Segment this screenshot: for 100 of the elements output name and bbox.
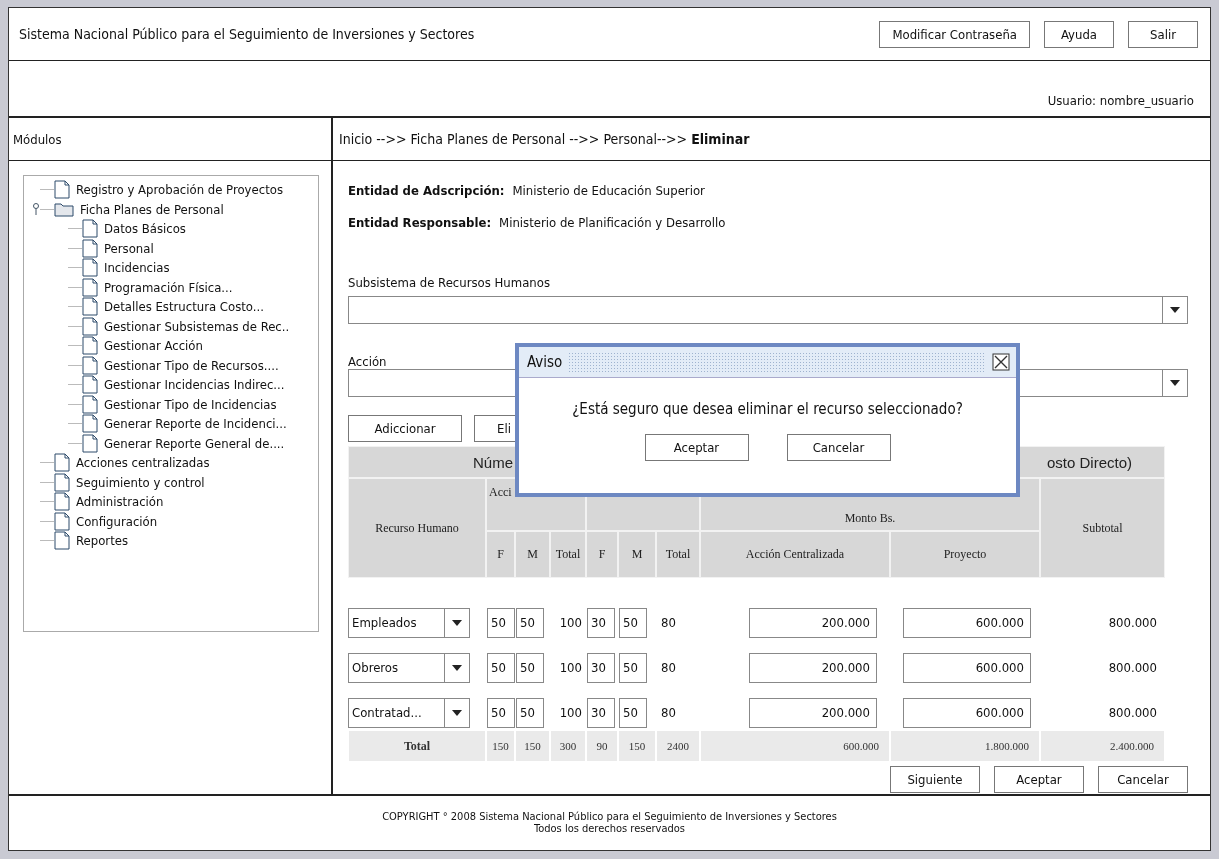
document-icon [82,355,98,375]
tree-item[interactable]: Datos Básicos [104,221,186,237]
copyright-text: COPYRIGHT ° 2008 Sistema Nacional Público para el Seguimiento de Inversiones y Sectores [382,811,837,823]
tree-item[interactable]: Incidencias [104,260,170,276]
column-header: Subtotal [1040,478,1165,578]
tree-item[interactable]: Gestionar Acción [104,338,203,354]
number-field[interactable]: 50 [487,697,515,728]
amount-field[interactable]: 600.000 [903,697,1031,728]
caret-icon [451,708,463,717]
entity-value: Ministerio de Planificación y Desarrollo [499,214,726,230]
caret-icon [1169,379,1181,387]
close-icon[interactable] [992,353,1010,371]
tree-item[interactable]: Configuración [76,513,158,529]
tree-item[interactable]: Generar Reporte General de.... [104,435,285,451]
document-icon [82,258,98,278]
tree-item[interactable]: Ficha Planes de Personal [80,201,224,217]
column-header: M [515,531,550,578]
document-icon [54,492,70,512]
amount-field[interactable]: 200.000 [749,697,877,728]
tree-item[interactable]: Generar Reporte de Incidenci... [104,416,287,432]
header-button[interactable]: Modificar Contraseña [879,20,1030,48]
number-field[interactable]: 30 [587,652,615,683]
tree-item[interactable]: Reportes [76,533,128,549]
tree-item[interactable]: Gestionar Subsistemas de Rec.. [104,318,290,334]
total-cell: 150 [516,731,549,761]
tree-item[interactable]: Personal [104,240,154,256]
column-header: Total [656,531,700,578]
form-button[interactable]: Siguiente [890,766,980,793]
table-cell: 800.000 [1108,705,1157,720]
number-field[interactable]: 30 [587,697,615,728]
tree-item[interactable]: Acciones centralizadas [76,455,210,471]
table-cell: 100 [559,705,582,720]
total-cell: 1.800.000 [891,731,1039,761]
folder-icon [54,201,74,218]
dialog-button[interactable]: Cancelar [786,434,891,461]
number-field[interactable]: 50 [619,697,647,728]
number-field[interactable]: 50 [516,652,544,683]
amount-field[interactable]: 200.000 [749,652,877,683]
total-cell: 150 [619,731,655,761]
number-field[interactable]: 50 [516,607,544,638]
dialog-button[interactable]: Aceptar [644,434,749,461]
entity-label: Entidad de Adscripción: [348,182,505,198]
column-header: Total [550,531,586,578]
tree-item[interactable]: Programación Física... [104,279,233,295]
tree-item[interactable]: Seguimiento y control [76,474,205,490]
column-header: Recurso Humano [348,478,486,578]
resource-dropdown[interactable]: Empleados [348,607,470,638]
resource-dropdown[interactable]: Obreros [348,652,470,683]
document-icon [82,219,98,239]
amount-field[interactable]: 600.000 [903,652,1031,683]
document-icon [54,453,70,473]
tree-item[interactable]: Gestionar Tipo de Incidencias [104,396,277,412]
breadcrumb: Inicio -->> Ficha Planes de Personal -->> Personal-->> Eliminar [339,131,750,147]
amount-field[interactable]: 200.000 [749,607,877,638]
number-field[interactable]: 50 [619,652,647,683]
total-cell: 2.400.000 [1041,731,1164,761]
app-title: Sistema Nacional Público para el Seguimiento de Inversiones y Sectores [19,26,476,42]
number-field[interactable]: 30 [587,607,615,638]
sidebar-title: Módulos [9,118,331,161]
document-icon [54,511,70,531]
select-label: Subsistema de Recursos Humanos [348,275,550,290]
document-icon [82,277,98,297]
document-icon [82,336,98,356]
document-icon [54,472,70,492]
header-button[interactable]: Salir [1128,20,1198,48]
table-cell: 800.000 [1108,615,1157,630]
copyright-text: Todos los derechos reservados [534,823,685,835]
tree-item[interactable]: Registro y Aprobación de Proyectos [76,182,283,198]
caret-icon [451,618,463,627]
number-field[interactable]: 50 [487,607,515,638]
table-cell: 100 [559,615,582,630]
total-cell: 150 [487,731,514,761]
action-button[interactable]: Adiccionar [348,415,462,442]
tree-item[interactable]: Gestionar Tipo de Recursos.... [104,357,279,373]
form-button[interactable]: Aceptar [994,766,1084,793]
table-cell: 80 [661,615,676,630]
tree-item[interactable]: Gestionar Incidencias Indirec... [104,377,285,393]
form-button[interactable]: Cancelar [1098,766,1188,793]
document-icon [54,180,70,200]
document-icon [82,238,98,258]
header-button[interactable]: Ayuda [1044,20,1114,48]
document-icon [82,414,98,434]
tree-toggle-icon[interactable] [32,203,40,216]
column-header: Acción Centralizada [700,531,890,578]
dropdown-field[interactable] [348,296,1188,324]
total-cell: 2400 [657,731,699,761]
resource-dropdown[interactable]: Contratad... [348,697,470,728]
tree-item[interactable]: Detalles Estructura Costo... [104,299,264,315]
number-field[interactable]: 50 [516,697,544,728]
table-cell: 80 [661,660,676,675]
tree-item[interactable]: Administración [76,494,164,510]
dialog-message: ¿Está seguro que desea eliminar el recurso seleccionado? [571,400,964,418]
dialog-title: Aviso [527,353,563,371]
number-field[interactable]: 50 [487,652,515,683]
number-field[interactable]: 50 [619,607,647,638]
amount-field[interactable]: 600.000 [903,607,1031,638]
document-icon [54,531,70,551]
document-icon [82,375,98,395]
table-cell: 800.000 [1108,660,1157,675]
select-label: Acción [348,354,387,369]
